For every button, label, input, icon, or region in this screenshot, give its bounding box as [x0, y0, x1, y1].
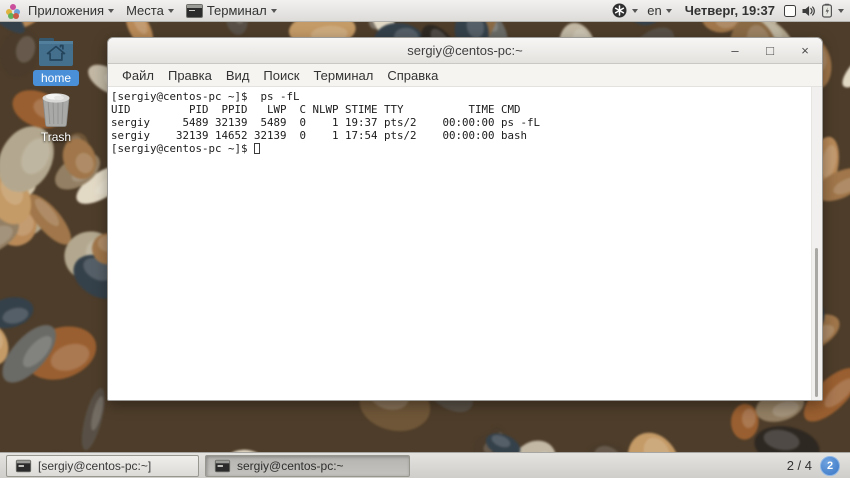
bottom-taskbar: [sergiy@centos-pc:~] sergiy@centos-pc:~ … [0, 452, 850, 478]
terminal-output: [sergiy@centos-pc ~]$ ps -fL UID PID PPI… [108, 87, 822, 142]
window-menubar: Файл Правка Вид Поиск Терминал Справка [108, 64, 822, 87]
desktop-icon-trash-label: Trash [41, 130, 71, 144]
terminal-app-icon [215, 459, 230, 472]
taskbar-window-label: [sergiy@centos-pc:~] [38, 459, 151, 473]
menu-terminal[interactable]: Терминал [307, 66, 379, 85]
workspace-badge[interactable]: 2 [820, 456, 840, 476]
chevron-down-icon [666, 9, 672, 13]
taskbar-window-active[interactable]: sergiy@centos-pc:~ [205, 455, 410, 477]
battery-icon[interactable] [821, 3, 833, 18]
menu-file[interactable]: Файл [116, 66, 160, 85]
workspace-indicator-text: 2 / 4 [787, 458, 812, 473]
language-label: en [647, 3, 661, 18]
menu-help[interactable]: Справка [381, 66, 444, 85]
top-panel: Приложения Места Терминал en Четверг, 19… [0, 0, 850, 22]
window-titlebar[interactable]: sergiy@centos-pc:~ – □ × [108, 38, 822, 64]
window-title: sergiy@centos-pc:~ [407, 43, 522, 58]
workspace-switcher[interactable]: 2 / 4 2 [787, 456, 844, 476]
menu-applications[interactable]: Приложения [24, 0, 118, 21]
taskbar-window-minimized[interactable]: [sergiy@centos-pc:~] [6, 455, 199, 477]
home-folder-icon [36, 37, 76, 67]
menu-applications-label: Приложения [28, 3, 104, 18]
menu-view[interactable]: Вид [220, 66, 256, 85]
terminal-prompt: [sergiy@centos-pc ~]$ [111, 142, 254, 155]
applications-menu-icon[interactable] [6, 4, 20, 18]
menu-search[interactable]: Поиск [257, 66, 305, 85]
desktop-icon-home[interactable]: home [28, 37, 84, 86]
volume-icon[interactable] [801, 4, 816, 18]
desktop-icon-trash[interactable]: Trash [28, 90, 84, 144]
menu-places[interactable]: Места [122, 0, 178, 21]
terminal-cursor [254, 143, 260, 154]
chevron-down-icon [108, 9, 114, 13]
chevron-down-icon[interactable] [632, 9, 638, 13]
menu-edit[interactable]: Правка [162, 66, 218, 85]
trash-can-icon [38, 90, 74, 128]
terminal-app-icon [16, 459, 31, 472]
language-indicator[interactable]: en [643, 0, 675, 21]
terminal-window: sergiy@centos-pc:~ – □ × Файл Правка Вид… [107, 37, 823, 401]
terminal-prompt-line: [sergiy@centos-pc ~]$ [108, 142, 822, 155]
menu-places-label: Места [126, 3, 164, 18]
chevron-down-icon [168, 9, 174, 13]
close-icon[interactable]: × [798, 44, 812, 58]
chevron-down-icon [271, 9, 277, 13]
maximize-icon[interactable]: □ [763, 44, 777, 58]
taskbar-window-label: sergiy@centos-pc:~ [237, 459, 344, 473]
scrollbar-thumb[interactable] [815, 248, 818, 397]
scrollbar[interactable] [811, 87, 822, 400]
menu-active-app[interactable]: Терминал [182, 0, 281, 21]
notifications-icon[interactable] [784, 5, 796, 17]
chevron-down-icon[interactable] [838, 9, 844, 13]
menu-active-app-label: Терминал [207, 3, 267, 18]
terminal-screen[interactable]: [sergiy@centos-pc ~]$ ps -fL UID PID PPI… [108, 87, 822, 400]
desktop-icon-home-label: home [33, 70, 79, 86]
minimize-icon[interactable]: – [728, 44, 742, 58]
input-method-icon[interactable] [612, 3, 627, 18]
clock[interactable]: Четверг, 19:37 [681, 3, 779, 18]
terminal-app-icon [186, 4, 203, 18]
